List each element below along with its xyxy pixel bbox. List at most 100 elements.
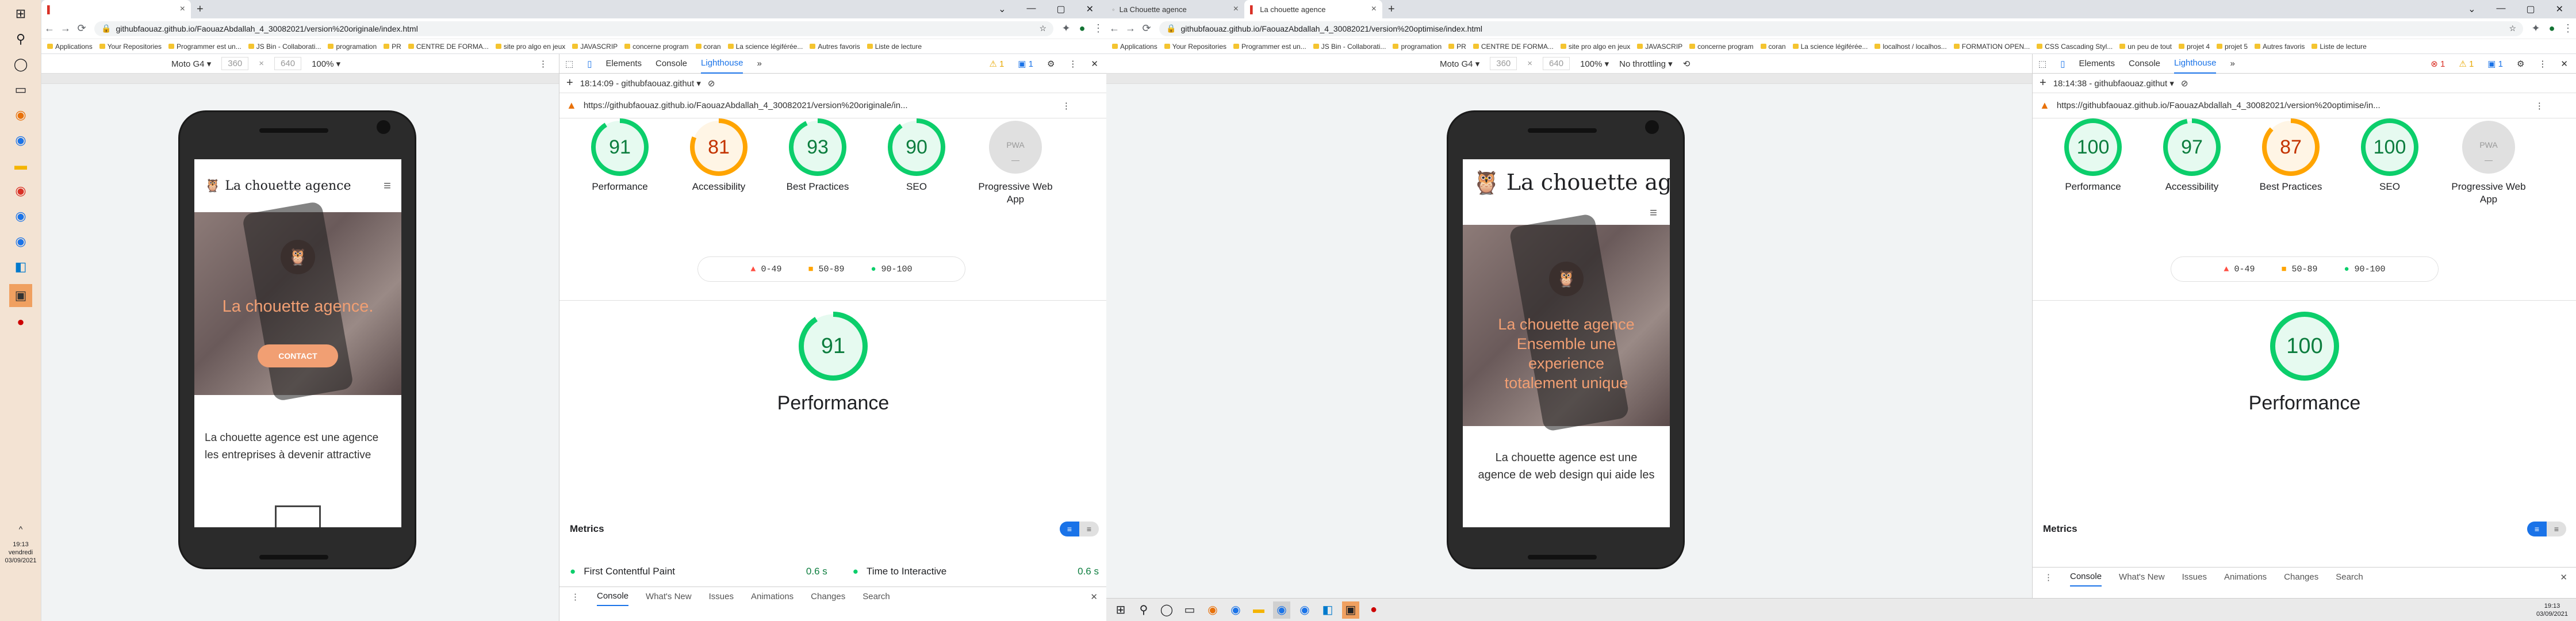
bookmark-item[interactable]: localhost / localhos... (1874, 43, 1947, 51)
bookmark-item[interactable]: Programmer est un... (168, 43, 241, 51)
extensions-icon[interactable]: ✦ (2528, 22, 2544, 34)
error-badge[interactable]: ⊗ 1 (2431, 59, 2445, 69)
vscode-icon[interactable]: ◧ (9, 255, 32, 278)
task-view-icon[interactable]: ▭ (9, 78, 32, 101)
compact-view-icon[interactable]: ≡ (2527, 522, 2547, 536)
new-tab-button[interactable]: + (1382, 0, 1400, 18)
profile-icon[interactable]: ● (2544, 22, 2560, 34)
drawer-tab-whats-new[interactable]: What's New (2119, 572, 2165, 582)
metrics-view-toggle[interactable]: ≡ ≡ (1060, 522, 1099, 536)
tab-console[interactable]: Console (656, 59, 687, 68)
bookmark-item[interactable]: programation (328, 43, 377, 51)
chrome2-icon[interactable]: ◉ (1296, 601, 1313, 619)
tab-1[interactable]: ◦ La Chouette agence × (1106, 0, 1244, 18)
expanded-view-icon[interactable]: ≡ (2547, 522, 2566, 536)
bookmark-item[interactable]: Programmer est un... (1233, 43, 1306, 51)
bookmark-item[interactable]: La science légiférée... (727, 43, 803, 51)
clear-icon[interactable]: ⊘ (2181, 78, 2188, 89)
drawer-tab-issues[interactable]: Issues (2182, 572, 2207, 582)
bookmark-item[interactable]: coran (695, 43, 721, 51)
drawer-tab-changes[interactable]: Changes (2284, 572, 2318, 582)
throttle-select[interactable]: No throttling ▾ (1619, 59, 1673, 69)
menu-icon[interactable]: ⋮ (1090, 22, 1106, 34)
files-icon[interactable]: ▬ (9, 154, 32, 177)
zoom-select[interactable]: 100% ▾ (1580, 59, 1609, 69)
bookmark-item[interactable]: Your Repositories (1164, 43, 1226, 51)
score-gauge[interactable]: 90 SEO (879, 118, 954, 193)
files-icon[interactable]: ▬ (1250, 601, 1267, 619)
score-gauge[interactable]: PWA — Progressive Web App (2451, 118, 2526, 206)
close-icon[interactable]: × (180, 4, 185, 14)
drawer-menu-icon[interactable]: ⋮ (571, 592, 580, 602)
new-tab-button[interactable]: + (191, 0, 208, 18)
hamburger-icon[interactable]: ≡ (384, 178, 391, 193)
devtools-menu-icon[interactable]: ⋮ (2538, 59, 2547, 69)
start-icon[interactable]: ⊞ (1112, 601, 1129, 619)
bookmark-item[interactable]: La science légiférée... (1792, 43, 1868, 51)
expanded-view-icon[interactable]: ≡ (1079, 522, 1099, 536)
close-window-icon[interactable]: ✕ (2556, 3, 2563, 15)
forward-icon[interactable]: → (57, 22, 74, 34)
bookmark-item[interactable]: Liste de lecture (867, 43, 922, 51)
close-drawer-icon[interactable]: ✕ (1090, 592, 1098, 602)
report-menu-icon[interactable]: ⋮ (2535, 101, 2544, 111)
star-icon[interactable]: ☆ (1039, 24, 1046, 33)
drawer-tab-search[interactable]: Search (2336, 572, 2363, 582)
bookmark-item[interactable]: Applications (47, 43, 93, 51)
edge-icon[interactable]: ◉ (1227, 601, 1244, 619)
bookmark-item[interactable]: JS Bin - Collaborati... (1313, 43, 1386, 51)
clock[interactable]: 19:13 vendredi 03/09/2021 (0, 540, 41, 565)
search-icon[interactable]: ⚲ (9, 28, 32, 51)
drawer-tab-animations[interactable]: Animations (751, 592, 793, 601)
bookmark-item[interactable]: site pro algo en jeux (1560, 43, 1630, 51)
clock[interactable]: 19:13 03/09/2021 (2536, 602, 2568, 618)
maximize-icon[interactable]: ▢ (1056, 3, 1065, 15)
score-gauge[interactable]: 97 Accessibility (2155, 118, 2229, 193)
new-report-icon[interactable]: + (566, 76, 573, 90)
warning-badge[interactable]: ⚠ 1 (989, 59, 1004, 69)
bookmark-item[interactable]: Liste de lecture (2312, 43, 2367, 51)
tab-search-icon[interactable]: ⌄ (998, 3, 1006, 15)
rotate-icon[interactable]: ⟲ (1683, 59, 1690, 69)
bookmark-item[interactable]: projet 4 (2178, 43, 2210, 51)
back-icon[interactable]: ← (41, 22, 57, 34)
score-gauge[interactable]: 91 Performance (582, 118, 657, 193)
star-icon[interactable]: ☆ (2509, 24, 2516, 33)
more-tabs-icon[interactable]: » (2230, 59, 2234, 68)
start-icon[interactable]: ⊞ (9, 2, 32, 25)
device-select[interactable]: Moto G4 ▾ (1440, 59, 1479, 69)
report-menu-icon[interactable]: ⋮ (1062, 101, 1071, 111)
reload-icon[interactable]: ⟳ (1138, 22, 1155, 34)
report-url[interactable]: https://githubfaouaz.github.io/FaouazAbd… (584, 101, 1055, 110)
drawer-tab-changes[interactable]: Changes (811, 592, 845, 601)
device-height-input[interactable]: 640 (1543, 57, 1570, 70)
bookmark-item[interactable]: projet 5 (2217, 43, 2248, 51)
minimize-icon[interactable]: — (2496, 3, 2505, 15)
drawer-tab-whats-new[interactable]: What's New (646, 592, 692, 601)
bookmark-item[interactable]: JS Bin - Collaborati... (248, 43, 321, 51)
tab-2[interactable]: ▌ La chouette agence × (1244, 0, 1382, 18)
drawer-tab-console[interactable]: Console (2070, 568, 2102, 586)
tab-elements[interactable]: Elements (2079, 59, 2115, 68)
extensions-icon[interactable]: ✦ (1058, 22, 1074, 34)
firefox-icon[interactable]: ◉ (1204, 601, 1221, 619)
device-select[interactable]: Moto G4 ▾ (171, 59, 211, 69)
forward-icon[interactable]: → (1122, 22, 1138, 34)
info-badge[interactable]: ▣ 1 (1018, 59, 1033, 69)
tab-elements[interactable]: Elements (605, 59, 642, 68)
metrics-view-toggle[interactable]: ≡ ≡ (2527, 522, 2566, 536)
chrome-icon[interactable]: ◉ (1273, 601, 1290, 619)
firefox-icon[interactable]: ◉ (9, 103, 32, 126)
close-window-icon[interactable]: ✕ (1086, 3, 1094, 15)
score-gauge[interactable]: PWA — Progressive Web App (978, 118, 1053, 206)
drawer-tab-console[interactable]: Console (597, 587, 629, 606)
settings-icon[interactable]: ⚙ (2517, 59, 2524, 69)
cortana-icon[interactable]: ◯ (1158, 601, 1175, 619)
inspect-icon[interactable]: ⬚ (2038, 59, 2046, 69)
tab-lighthouse[interactable]: Lighthouse (2174, 53, 2217, 74)
bookmark-item[interactable]: un peu de tout (2119, 43, 2172, 51)
chrome2-icon[interactable]: ◉ (9, 230, 32, 253)
app-icon[interactable]: ● (1365, 601, 1382, 619)
score-gauge[interactable]: 93 Best Practices (780, 118, 855, 193)
bookmark-item[interactable]: JAVASCRIP (572, 43, 618, 51)
